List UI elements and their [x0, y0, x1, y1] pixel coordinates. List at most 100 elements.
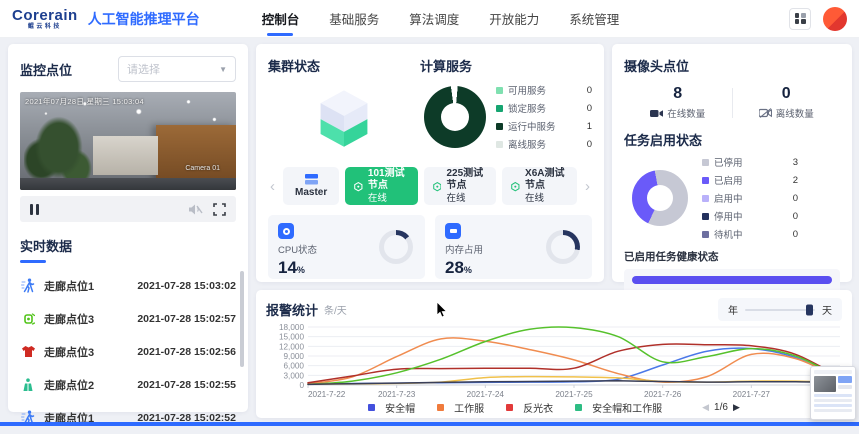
legend-item: 待机中0 [702, 227, 798, 241]
alarm-panel: 报警统计 条/天 年 天 03,0006,0009,00012,00015,00… [256, 290, 852, 418]
camera-panel: 摄像头点位 8 在线数量 0 离线数量 任务启用状态 已停 [612, 44, 852, 282]
camera-title: 摄像头点位 [624, 56, 840, 75]
carousel-next-icon[interactable]: › [583, 178, 592, 195]
monitor-panel: 监控点位 请选择 ▼ 2021年07月28日 星期三 15:03:04 Came… [8, 44, 248, 412]
services-donut-chart [424, 86, 486, 148]
node-tab-master[interactable]: Master [283, 167, 339, 205]
list-item[interactable]: 走廊点位3 2021-07-28 15:02:56 [20, 335, 236, 368]
online-label: 在线数量 [667, 106, 705, 120]
legend-swatch [496, 87, 503, 94]
list-item[interactable]: 走廊点位1 2021-07-28 15:02:52 [20, 401, 236, 434]
nav-console[interactable]: 控制台 [260, 0, 302, 38]
list-item[interactable]: 走廊点位1 2021-07-28 15:03:02 [20, 269, 236, 302]
legend-swatch [496, 123, 503, 130]
nav-basic-services[interactable]: 基础服务 [327, 0, 381, 38]
cpu-card: CPU状态 14% [268, 215, 425, 279]
camera-online-stat: 8 在线数量 [624, 85, 732, 120]
memory-card: 内存占用 28% [435, 215, 592, 279]
node-tab-225[interactable]: 225测试节点在线 [424, 167, 497, 205]
health-title: 已启用任务健康状态 [624, 249, 840, 264]
offline-count: 0 [733, 85, 841, 103]
task-donut-chart [632, 170, 688, 226]
services-legend: 可用服务0 锁定服务0 运行中服务1 离线服务0 [496, 83, 592, 151]
slider-right-label: 天 [822, 302, 832, 317]
video-timestamp: 2021年07月28日 星期三 15:03:04 [25, 96, 144, 107]
logo-company: 鲲云科技 [28, 24, 62, 30]
app-header: Corerain 鲲云科技 人工智能推理平台 控制台 基础服务 算法调度 开放能… [0, 0, 859, 38]
svg-text:15,000: 15,000 [279, 333, 304, 342]
slider-track[interactable] [745, 309, 815, 311]
pause-icon[interactable] [30, 204, 39, 215]
fullscreen-icon[interactable] [213, 203, 226, 216]
camera-offline-stat: 0 离线数量 [733, 85, 841, 120]
alarm-legend: 安全帽 工作服 反光衣 安全帽和工作服 ◀ 1/6 ▶ [266, 400, 842, 415]
nav-system-mgmt[interactable]: 系统管理 [567, 0, 621, 38]
user-avatar[interactable] [823, 7, 847, 31]
node-hex-icon [354, 180, 363, 193]
mute-icon[interactable] [188, 203, 203, 216]
nav-open-capability[interactable]: 开放能力 [487, 0, 541, 38]
legend-item: 停用中0 [702, 209, 798, 223]
list-item[interactable]: 走廊点位3 2021-07-28 15:02:57 [20, 302, 236, 335]
alarm-title: 报警统计 [266, 300, 318, 319]
shirt-icon [20, 344, 36, 360]
health-bar [632, 276, 832, 284]
legend-next-icon[interactable]: ▶ [733, 402, 740, 413]
realtime-list: 走廊点位1 2021-07-28 15:03:02 走廊点位3 2021-07-… [20, 269, 236, 434]
pedestrian-icon [20, 278, 36, 294]
realtime-title: 实时数据 [20, 236, 236, 255]
legend-item-helmet[interactable]: 安全帽 [368, 400, 415, 415]
node-tab-101[interactable]: 101测试节点在线 [345, 167, 418, 205]
legend-item-vest[interactable]: 反光衣 [506, 400, 553, 415]
svg-text:6,000: 6,000 [284, 362, 305, 371]
legend-prev-icon[interactable]: ◀ [702, 402, 709, 413]
video-floor [20, 178, 236, 190]
legend-pagination: ◀ 1/6 ▶ [702, 402, 740, 413]
node-carousel: ‹ Master 101测试节点在线 225测试节点在线 X6A测试节点在线 › [268, 167, 592, 205]
realtime-underline [20, 260, 46, 263]
cpu-unit: % [297, 265, 305, 275]
time-range-slider[interactable]: 年 天 [718, 298, 842, 321]
slider-left-label: 年 [728, 302, 738, 317]
list-item-label: 走廊点位2 [44, 377, 94, 393]
preview-titlebar [814, 370, 852, 374]
legend-item-helmet-workwear[interactable]: 安全帽和工作服 [575, 400, 662, 415]
legend-swatch [496, 105, 503, 112]
svg-text:2021-7-26: 2021-7-26 [644, 390, 682, 399]
apps-grid-icon[interactable] [789, 8, 811, 30]
floating-preview-window[interactable] [810, 366, 856, 420]
server-icon [305, 174, 318, 185]
cluster-panel: 集群状态 计算服务 可用服务0 锁定 [256, 44, 604, 282]
scrollbar-thumb[interactable] [240, 271, 244, 367]
slider-handle[interactable] [806, 304, 813, 315]
alarm-unit: 条/天 [324, 302, 347, 317]
camera-off-icon [759, 108, 772, 118]
offline-label: 离线数量 [776, 106, 814, 120]
camera-select[interactable]: 请选择 ▼ [118, 56, 236, 82]
carousel-prev-icon[interactable]: ‹ [268, 178, 277, 195]
memory-value: 28 [445, 258, 464, 277]
corerain-logo: Corerain 鲲云科技 [12, 8, 78, 30]
svg-text:2021-7-22: 2021-7-22 [308, 390, 346, 399]
dashboard-root: Corerain 鲲云科技 人工智能推理平台 控制台 基础服务 算法调度 开放能… [0, 0, 859, 426]
task-legend: 已停用3 已启用2 启用中0 停用中0 待机中0 [702, 155, 798, 241]
cpu-value: 14 [278, 258, 297, 277]
video-controls [20, 196, 236, 222]
cluster-status-title: 集群状态 [268, 56, 420, 75]
list-item[interactable]: 走廊点位2 2021-07-28 15:02:55 [20, 368, 236, 401]
alarm-line-chart: 03,0006,0009,00012,00015,00018,0002021-7… [266, 323, 844, 399]
list-item-label: 走廊点位3 [44, 311, 94, 327]
node-hex-icon [511, 180, 520, 193]
list-item-label: 走廊点位3 [44, 344, 94, 360]
nav-algo-scheduling[interactable]: 算法调度 [407, 0, 461, 38]
legend-item-workwear[interactable]: 工作服 [437, 400, 484, 415]
helmet-icon [20, 311, 36, 327]
memory-unit: % [464, 265, 472, 275]
list-item-time: 2021-07-28 15:02:55 [137, 379, 236, 391]
camera-stats: 8 在线数量 0 离线数量 [624, 85, 840, 120]
camera-on-icon [650, 109, 663, 118]
legend-item: 已启用2 [702, 173, 798, 187]
node-tab-x6a[interactable]: X6A测试节点在线 [502, 167, 577, 205]
monitor-title: 监控点位 [20, 60, 72, 79]
video-camera-label: Camera 01 [185, 165, 220, 172]
